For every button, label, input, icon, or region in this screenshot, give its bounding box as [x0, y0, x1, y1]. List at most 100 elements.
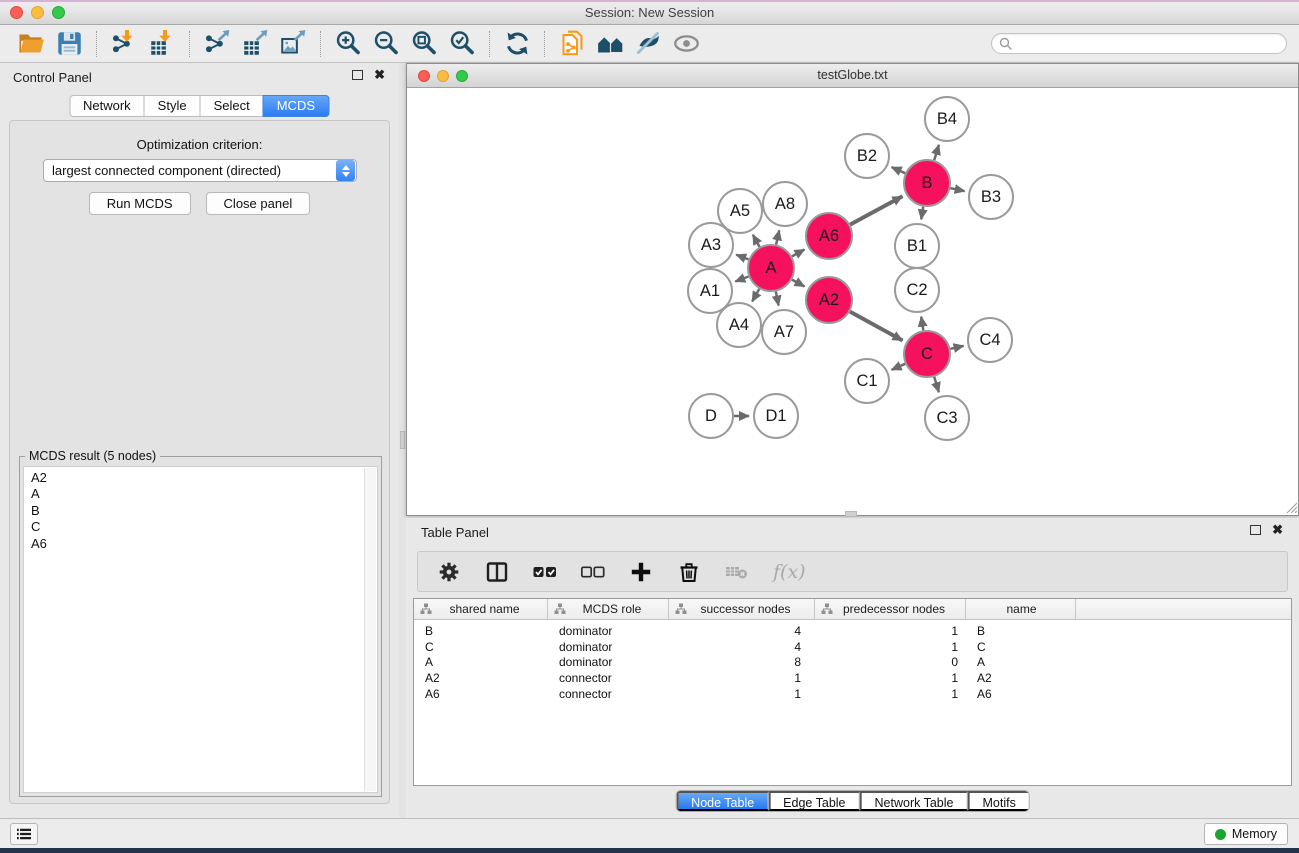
graph-node-A3[interactable]: A3 [689, 223, 733, 267]
graph-edge-A-A7[interactable] [776, 292, 779, 306]
graph-edge-A-A5[interactable] [753, 235, 760, 247]
graph-edge-C-C3[interactable] [934, 377, 939, 392]
float-panel-icon[interactable] [352, 70, 363, 80]
zoom-in-button[interactable] [329, 28, 367, 60]
graph-edge-B-B2[interactable] [892, 167, 906, 173]
table-row[interactable]: A6connector11A6 [414, 686, 1291, 702]
tab-select[interactable]: Select [200, 95, 264, 117]
graph-node-A8[interactable]: A8 [763, 182, 807, 226]
graph-edge-A-A1[interactable] [735, 277, 748, 282]
column-header-predecessor-nodes[interactable]: predecessor nodes [815, 599, 966, 619]
close-table-panel-icon[interactable]: ✖ [1272, 525, 1283, 535]
memory-status-button[interactable]: Memory [1204, 823, 1288, 845]
graph-node-B4[interactable]: B4 [925, 97, 969, 141]
import-network-button[interactable] [105, 28, 143, 60]
graph-edge-A-A3[interactable] [736, 255, 748, 260]
graph-edge-B-B4[interactable] [934, 145, 939, 160]
graph-node-A5[interactable]: A5 [718, 189, 762, 233]
graph-node-C[interactable]: C [904, 331, 950, 377]
duplicate-network-button[interactable] [553, 28, 591, 60]
vertical-splitter[interactable] [399, 63, 406, 818]
graph-edge-A-A6[interactable] [792, 250, 805, 257]
graph-edge-A-A2[interactable] [792, 280, 805, 287]
table-row[interactable]: Cdominator41C [414, 639, 1291, 655]
graph-node-A7[interactable]: A7 [762, 310, 806, 354]
minimize-window-button[interactable] [31, 6, 44, 19]
criterion-select[interactable]: largest connected component (directed) [43, 159, 357, 182]
graph-node-C2[interactable]: C2 [895, 268, 939, 312]
network-close-button[interactable] [418, 70, 430, 82]
tab-network[interactable]: Network [69, 95, 145, 117]
graph-node-A2[interactable]: A2 [806, 277, 852, 323]
column-header-shared-name[interactable]: shared name [414, 599, 548, 619]
network-window-titlebar[interactable]: testGlobe.txt [407, 64, 1298, 88]
tab-network-table[interactable]: Network Table [860, 791, 968, 811]
table-row[interactable]: Adominator80A [414, 654, 1291, 670]
tab-edge-table[interactable]: Edge Table [768, 791, 859, 811]
column-header-name[interactable]: name [966, 599, 1076, 619]
network-zoom-button[interactable] [456, 70, 468, 82]
settings-button[interactable] [437, 560, 461, 584]
graph-node-B1[interactable]: B1 [895, 224, 939, 268]
graph-edge-B-B1[interactable] [921, 207, 923, 220]
column-header-MCDS-role[interactable]: MCDS role [548, 599, 669, 619]
close-panel-icon[interactable]: ✖ [374, 70, 385, 80]
zoom-fit-button[interactable] [405, 28, 443, 60]
graph-edge-B-B3[interactable] [950, 188, 964, 191]
graph-node-A6[interactable]: A6 [806, 213, 852, 259]
toggle-details-button[interactable] [667, 28, 705, 60]
graph-node-D[interactable]: D [689, 394, 733, 438]
graph-edge-C-C4[interactable] [950, 346, 963, 349]
result-list-item[interactable]: A [31, 486, 377, 502]
graph-edge-C-C2[interactable] [921, 317, 923, 331]
delete-entry-button[interactable] [677, 560, 701, 584]
result-list-item[interactable]: B [31, 503, 377, 519]
graph-node-B[interactable]: B [904, 160, 950, 206]
column-header-successor-nodes[interactable]: successor nodes [669, 599, 815, 619]
graph-node-A[interactable]: A [748, 245, 794, 291]
table-row[interactable]: A2connector11A2 [414, 670, 1291, 686]
result-list-item[interactable]: C [31, 519, 377, 535]
graph-node-C1[interactable]: C1 [845, 359, 889, 403]
resize-grip-icon[interactable] [1284, 500, 1297, 513]
graph-edge-A6-B[interactable] [850, 196, 902, 224]
horizontal-splitter-handle[interactable] [845, 511, 857, 517]
graph-edge-A-A8[interactable] [776, 230, 779, 244]
close-panel-button[interactable]: Close panel [206, 192, 311, 215]
network-minimize-button[interactable] [437, 70, 449, 82]
task-history-button[interactable] [10, 823, 38, 845]
run-mcds-button[interactable]: Run MCDS [89, 192, 191, 215]
result-list-item[interactable]: A6 [31, 536, 377, 552]
close-window-button[interactable] [10, 6, 23, 19]
tab-motifs[interactable]: Motifs [967, 791, 1028, 811]
graph-node-B3[interactable]: B3 [969, 175, 1013, 219]
tab-mcds[interactable]: MCDS [263, 95, 329, 117]
mcds-result-list[interactable]: A2ABCA6 [23, 466, 378, 793]
tab-style[interactable]: Style [144, 95, 201, 117]
graph-edge-A2-C[interactable] [850, 312, 903, 341]
refresh-view-button[interactable] [498, 28, 536, 60]
graph-node-D1[interactable]: D1 [754, 394, 798, 438]
save-session-button[interactable] [50, 28, 88, 60]
split-panel-button[interactable] [485, 560, 509, 584]
zoom-selected-button[interactable] [443, 28, 481, 60]
graph-node-A4[interactable]: A4 [717, 303, 761, 347]
search-box[interactable] [991, 33, 1287, 54]
graph-node-C3[interactable]: C3 [925, 396, 969, 440]
add-entry-button[interactable] [629, 560, 653, 584]
tab-node-table[interactable]: Node Table [676, 791, 768, 811]
select-all-button[interactable] [533, 560, 557, 584]
result-list-item[interactable]: A2 [31, 470, 377, 486]
table-row[interactable]: Bdominator41B [414, 623, 1291, 639]
export-image-button[interactable] [274, 28, 312, 60]
export-table-button[interactable] [236, 28, 274, 60]
import-table-button[interactable] [143, 28, 181, 60]
zoom-out-button[interactable] [367, 28, 405, 60]
graph-node-A1[interactable]: A1 [688, 269, 732, 313]
hide-navigator-button[interactable] [629, 28, 667, 60]
open-file-button[interactable] [12, 28, 50, 60]
zoom-window-button[interactable] [52, 6, 65, 19]
export-network-button[interactable] [198, 28, 236, 60]
graph-edge-C-C1[interactable] [892, 364, 906, 370]
home-view-button[interactable] [591, 28, 629, 60]
